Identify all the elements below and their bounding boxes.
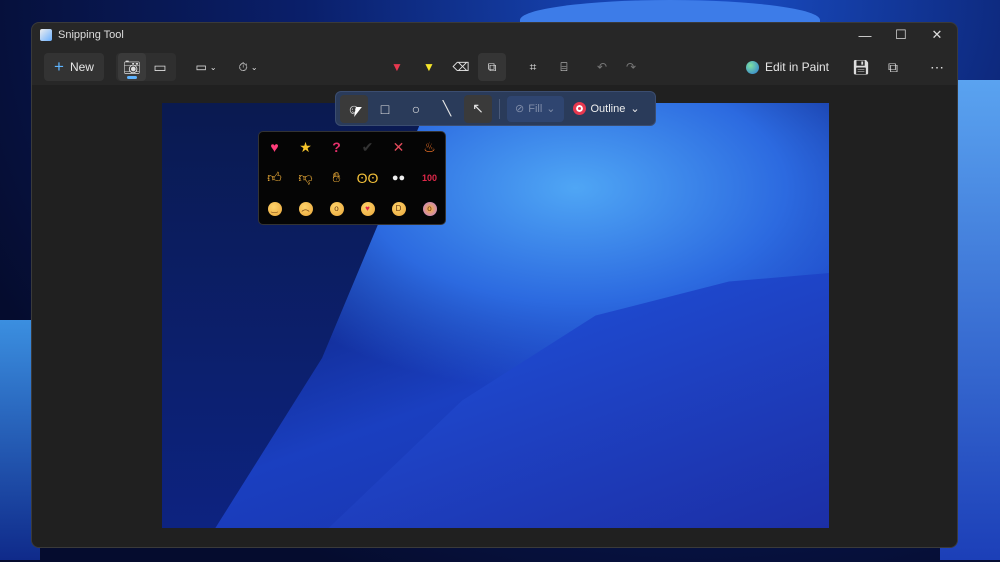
main-toolbar: + New 📷︎ ▭ ▭ ⌄ ⏱ ⌄ ▼ ▼ ⌫ ⧉ ⌗ ⌸ ↶ ↷ Edit in …: [32, 49, 957, 85]
new-button[interactable]: + New: [44, 53, 104, 81]
delay-dropdown[interactable]: ⏱ ⌄: [232, 53, 264, 81]
more-icon[interactable]: ⋯: [923, 53, 951, 81]
emoji-picker: ♥ ★ ? ✔ ✕ ♨ 👍︎ 👎︎ ✋︎ ʘʘ ●● 100 ‿ ︵ o ♥ D…: [258, 131, 446, 225]
frown-face-icon[interactable]: ︵: [298, 201, 313, 216]
divider: [499, 98, 500, 119]
edit-in-paint-button[interactable]: Edit in Paint: [745, 60, 829, 74]
outline-color-icon: [572, 102, 586, 115]
redo-icon[interactable]: ↷: [618, 53, 644, 81]
snip-shape-dropdown[interactable]: ▭ ⌄: [190, 53, 222, 81]
heart-eyes-face-icon[interactable]: ♥: [360, 201, 375, 216]
crop-icon[interactable]: ⌗: [520, 53, 546, 81]
copy-icon[interactable]: ⧉: [879, 53, 907, 81]
pen-icon[interactable]: ▼: [384, 53, 410, 81]
title-bar[interactable]: Snipping Tool: [32, 23, 957, 47]
undo-icon[interactable]: ↶: [589, 53, 615, 81]
outline-label: Outline: [590, 102, 626, 115]
emoji-icon[interactable]: ☺: [340, 94, 368, 123]
maximize-button[interactable]: ☐: [883, 23, 919, 47]
circle-icon[interactable]: ○: [402, 95, 430, 123]
check-icon[interactable]: ✔: [358, 137, 378, 157]
hundred-icon[interactable]: 100: [420, 168, 440, 188]
thumbs-down-icon[interactable]: 👎︎: [296, 168, 316, 188]
fill-label: Fill: [528, 102, 543, 115]
camera-icon[interactable]: 📷︎: [118, 53, 146, 81]
minimize-button[interactable]: —: [847, 23, 883, 47]
laugh-face-icon[interactable]: D: [391, 201, 406, 216]
clap-icon[interactable]: ✋︎: [327, 168, 347, 188]
snipping-tool-window: Snipping Tool — ☐ ✕ + New 📷︎ ▭ ▭ ⌄ ⏱ ⌄ ▼ ▼ …: [31, 22, 958, 548]
crying-face-icon[interactable]: o: [422, 201, 437, 216]
raised-hands-icon[interactable]: ʘʘ: [357, 168, 379, 188]
plus-icon: +: [54, 57, 64, 76]
thumbs-up-icon[interactable]: 👍︎: [265, 168, 285, 188]
rectangle-icon[interactable]: □: [371, 95, 399, 123]
smile-face-icon[interactable]: ‿: [267, 201, 282, 216]
mode-toggle: 📷︎ ▭: [116, 53, 176, 81]
no-fill-icon: ⊘: [515, 103, 525, 115]
window-title: Snipping Tool: [58, 29, 124, 41]
fire-icon[interactable]: ♨: [420, 137, 440, 157]
shapes-icon[interactable]: ⧉: [478, 53, 506, 81]
close-button[interactable]: ✕: [919, 23, 955, 47]
heart-icon[interactable]: ♥: [265, 137, 285, 157]
canvas-area: ☺ □ ○ ╲ ↖ ⊘ Fill ⌄ Outline ⌄ ♥ ★ ? ✔ ✕ ♨ 👍︎…: [32, 85, 957, 547]
arrow-icon[interactable]: ↖: [464, 94, 492, 123]
question-icon[interactable]: ?: [327, 137, 347, 157]
app-icon: [40, 29, 52, 41]
surprised-face-icon[interactable]: o: [329, 201, 344, 216]
new-label: New: [69, 60, 94, 74]
eyes-icon[interactable]: ●●: [389, 168, 409, 188]
video-icon[interactable]: ▭: [146, 53, 174, 81]
shapes-toolbar: ☺ □ ○ ╲ ↖ ⊘ Fill ⌄ Outline ⌄: [335, 91, 656, 126]
line-icon[interactable]: ╲: [433, 95, 461, 123]
paint-icon: [745, 60, 759, 74]
eraser-icon[interactable]: ⌫: [448, 53, 474, 81]
outline-dropdown[interactable]: Outline ⌄: [567, 96, 646, 122]
fill-dropdown[interactable]: ⊘ Fill ⌄: [507, 95, 564, 122]
highlighter-icon[interactable]: ▼: [416, 53, 442, 81]
save-icon[interactable]: 💾︎: [847, 53, 875, 81]
text-actions-icon[interactable]: ⌸: [551, 53, 577, 81]
edit-in-paint-label: Edit in Paint: [764, 60, 829, 74]
star-icon[interactable]: ★: [296, 137, 316, 157]
cross-icon[interactable]: ✕: [389, 137, 409, 157]
